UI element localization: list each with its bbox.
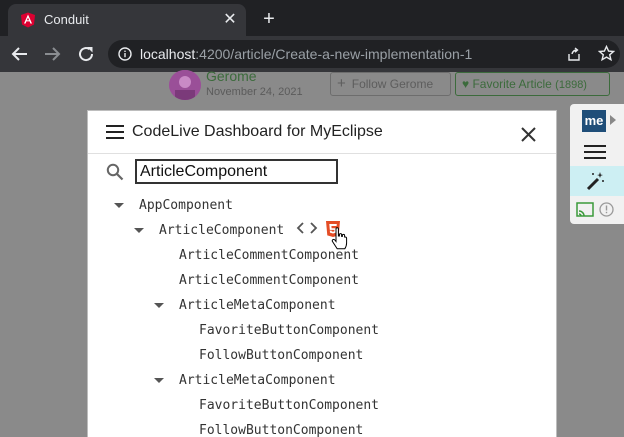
angular-favicon-icon: [21, 12, 35, 28]
address-bar[interactable]: localhost:4200/article/Create-a-new-impl…: [108, 40, 620, 68]
back-arrow-icon[interactable]: [8, 42, 32, 66]
magic-wand-icon: [586, 172, 604, 191]
article-date: November 24, 2021: [206, 86, 303, 98]
codelive-dialog: CodeLive Dashboard for MyEclipse AppComp…: [87, 110, 557, 437]
cast-icon[interactable]: [576, 202, 594, 217]
favorite-count: (1898): [555, 79, 587, 91]
tree-node[interactable]: FavoriteButtonComponent: [199, 393, 379, 418]
codelive-side-panel: me: [570, 104, 624, 224]
side-menu-icon[interactable]: [584, 144, 606, 160]
follow-label: Follow Gerome: [351, 77, 434, 91]
favorite-label: Favorite Article: [472, 77, 552, 91]
dialog-header: CodeLive Dashboard for MyEclipse: [88, 111, 556, 154]
new-tab-icon[interactable]: +: [258, 8, 280, 30]
info-icon[interactable]: [118, 47, 132, 61]
code-brackets-icon[interactable]: [296, 221, 318, 235]
tab-title: Conduit: [44, 12, 89, 27]
heart-icon: ♥: [462, 77, 473, 91]
tree-node-label: ArticleMetaComponent: [179, 373, 336, 388]
plus-icon: +: [337, 75, 346, 92]
tree-node[interactable]: FollowButtonComponent: [199, 343, 363, 368]
tree-node-label: FavoriteButtonComponent: [199, 398, 380, 413]
url-text: localhost:4200/article/Create-a-new-impl…: [140, 46, 472, 62]
caret-down-icon[interactable]: [134, 228, 144, 233]
avatar-image: [169, 70, 201, 100]
tree-node[interactable]: ArticleCommentComponent: [179, 268, 359, 293]
tab-strip: Conduit ✕ +: [0, 0, 624, 36]
tree-node-label: ArticleMetaComponent: [179, 298, 336, 313]
tree-node-label: FavoriteButtonComponent: [199, 323, 380, 338]
inspect-toggle[interactable]: [570, 166, 624, 196]
tree-node[interactable]: FollowButtonComponent: [199, 418, 363, 437]
browser-toolbar: localhost:4200/article/Create-a-new-impl…: [0, 36, 624, 72]
url-path: :4200/article/Create-a-new-implementatio…: [195, 46, 473, 62]
tree-node-label: FollowButtonComponent: [199, 348, 364, 363]
url-host: localhost: [140, 46, 196, 62]
myeclipse-logo-icon[interactable]: me: [582, 110, 606, 132]
star-icon[interactable]: [598, 45, 615, 62]
forward-arrow-icon[interactable]: [40, 42, 64, 66]
hamburger-menu-icon[interactable]: [106, 125, 124, 139]
tree-node-label: ArticleCommentComponent: [179, 248, 360, 263]
tree-node-label: ArticleComponent: [159, 223, 285, 238]
tree-node-label: AppComponent: [139, 198, 233, 213]
tree-node[interactable]: FavoriteButtonComponent: [199, 318, 379, 343]
dialog-title: CodeLive Dashboard for MyEclipse: [132, 123, 383, 140]
browser-tab[interactable]: Conduit ✕: [8, 4, 246, 36]
component-search-input[interactable]: [135, 159, 338, 184]
tree-node-label: FollowButtonComponent: [199, 423, 364, 437]
avatar[interactable]: [169, 70, 201, 100]
favorite-button[interactable]: ♥ Favorite Article (1898): [455, 72, 610, 96]
close-icon[interactable]: [521, 127, 536, 142]
tab-close-icon[interactable]: ✕: [220, 10, 240, 30]
tree-node-label: ArticleCommentComponent: [179, 273, 360, 288]
share-icon[interactable]: [566, 46, 582, 62]
alert-icon[interactable]: [599, 202, 614, 217]
caret-down-icon[interactable]: [154, 378, 164, 383]
reload-icon[interactable]: [74, 42, 98, 66]
expand-arrow-icon[interactable]: [610, 115, 616, 125]
caret-down-icon[interactable]: [114, 203, 124, 208]
hand-pointer-icon: [331, 227, 348, 250]
caret-down-icon[interactable]: [154, 303, 164, 308]
search-icon: [106, 163, 124, 181]
author-name[interactable]: Gerome: [206, 68, 257, 84]
follow-button[interactable]: + Follow Gerome: [330, 72, 451, 96]
